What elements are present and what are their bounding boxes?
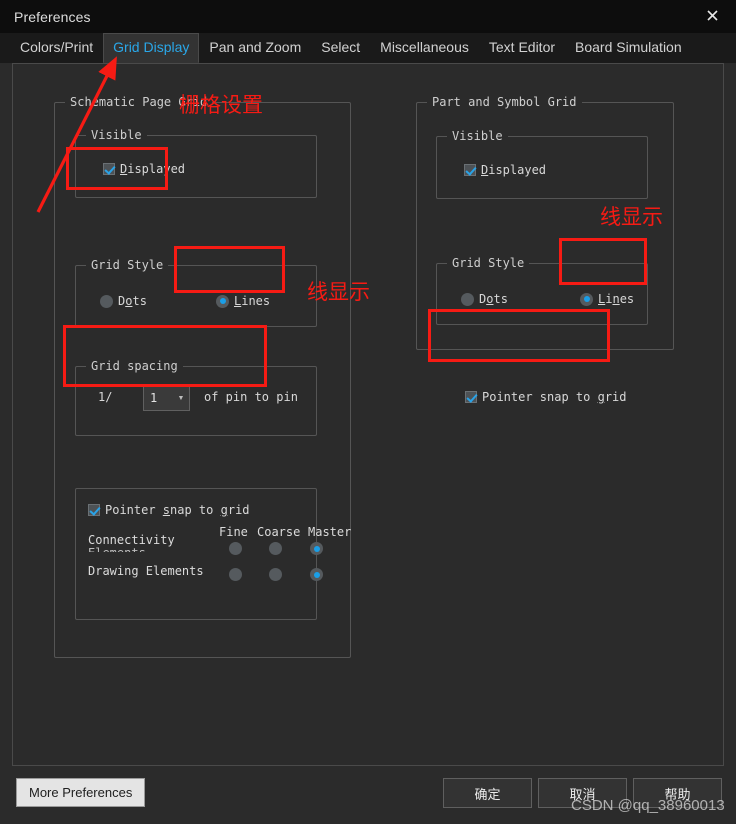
chevron-down-icon[interactable]: ▼ — [173, 395, 189, 402]
schematic-page-grid-group: Schematic Page Grid Visible Displayed Gr… — [54, 95, 351, 658]
snap-column-master: Master — [308, 525, 352, 539]
snap-drawing-fine-radio[interactable] — [229, 568, 242, 581]
part-grid-style-lines-radio[interactable] — [580, 292, 593, 306]
schematic-page-grid-legend: Schematic Page Grid — [65, 95, 213, 109]
grid-display-panel: Schematic Page Grid Visible Displayed Gr… — [12, 63, 724, 766]
schematic-grid-style-legend: Grid Style — [86, 258, 169, 272]
snap-column-fine: Fine — [219, 525, 248, 539]
schematic-grid-style-group: Grid Style Dots Lines — [75, 258, 317, 327]
schematic-displayed-checkbox-row[interactable]: Displayed — [103, 162, 185, 176]
part-visible-legend: Visible — [447, 129, 508, 143]
part-grid-style-lines-row[interactable]: Lines — [580, 292, 634, 306]
part-grid-style-lines-label: Lines — [598, 292, 635, 306]
snap-connectivity-master-radio[interactable] — [310, 542, 323, 555]
part-grid-style-dots-radio[interactable] — [461, 292, 474, 306]
part-symbol-grid-group: Part and Symbol Grid Visible Displayed G… — [416, 95, 674, 404]
cancel-button[interactable]: 取消 — [538, 778, 627, 808]
preferences-dialog: Preferences Colors/Print Grid Display Pa… — [0, 0, 736, 824]
schematic-grid-spacing-group: Grid spacing 1/ 1 ▼ of pin to pin — [75, 359, 317, 436]
schematic-grid-style-dots-radio[interactable] — [100, 294, 113, 308]
snap-drawing-coarse-radio[interactable] — [269, 568, 282, 581]
part-grid-style-legend: Grid Style — [447, 256, 530, 270]
snap-row-connectivity-subtext: Elements — [88, 547, 175, 552]
tab-grid-display[interactable]: Grid Display — [103, 33, 200, 63]
snap-column-coarse: Coarse — [257, 525, 301, 539]
part-symbol-grid-legend: Part and Symbol Grid — [427, 95, 582, 109]
schematic-grid-spacing-legend: Grid spacing — [86, 359, 183, 373]
part-pointer-snap-label: Pointer snap to grid — [482, 390, 627, 404]
tab-text-editor[interactable]: Text Editor — [479, 33, 565, 63]
part-grid-style-group: Grid Style Dots Lines — [436, 256, 648, 325]
schematic-pointer-snap-row[interactable]: Pointer snap to grid — [88, 503, 250, 517]
schematic-visible-legend: Visible — [86, 128, 147, 142]
snap-row-label-drawing-elements: Drawing Elements — [88, 564, 204, 578]
help-button[interactable]: 帮助 — [633, 778, 722, 808]
part-grid-style-dots-row[interactable]: Dots — [461, 292, 508, 306]
title-bar: Preferences — [0, 0, 736, 33]
more-preferences-button[interactable]: More Preferences — [16, 778, 146, 807]
snap-row-connectivity-text: Connectivity — [88, 533, 175, 547]
schematic-grid-style-lines-row[interactable]: Lines — [216, 294, 270, 308]
snap-row-label-connectivity: Connectivity Elements — [88, 533, 175, 553]
snap-drawing-master-radio[interactable] — [310, 568, 323, 581]
schematic-displayed-checkbox[interactable] — [103, 163, 115, 175]
part-pointer-snap-row[interactable]: Pointer snap to grid — [465, 390, 627, 404]
schematic-grid-style-dots-label: Dots — [118, 294, 147, 308]
part-visible-group: Visible Displayed — [436, 129, 648, 199]
part-displayed-checkbox[interactable] — [464, 164, 476, 176]
schematic-grid-style-dots-row[interactable]: Dots — [100, 294, 147, 308]
part-pointer-snap-checkbox[interactable] — [465, 391, 477, 403]
part-displayed-label: Displayed — [481, 163, 547, 177]
schematic-pointer-snap-label: Pointer snap to grid — [105, 503, 250, 517]
close-icon[interactable] — [698, 2, 726, 28]
part-displayed-checkbox-row[interactable]: Displayed — [464, 163, 546, 177]
grid-spacing-divisor-value: 1 — [150, 391, 158, 405]
part-grid-style-dots-label: Dots — [479, 292, 508, 306]
grid-spacing-numerator: 1/ — [98, 390, 113, 404]
snap-connectivity-coarse-radio[interactable] — [269, 542, 282, 555]
schematic-pointer-snap-group: Pointer snap to grid Fine Coarse Master … — [75, 488, 351, 620]
schematic-grid-style-lines-radio[interactable] — [216, 294, 229, 308]
snap-connectivity-fine-radio[interactable] — [229, 542, 242, 555]
grid-spacing-suffix-label: of pin to pin — [204, 390, 298, 404]
grid-spacing-divisor-combobox[interactable]: 1 ▼ — [143, 385, 190, 411]
tab-miscellaneous[interactable]: Miscellaneous — [370, 33, 479, 63]
dialog-footer: More Preferences 确定 取消 帮助 — [0, 766, 736, 824]
close-glyph — [706, 9, 718, 21]
tab-bar: Colors/Print Grid Display Pan and Zoom S… — [0, 33, 736, 63]
ok-button[interactable]: 确定 — [443, 778, 532, 808]
tab-select[interactable]: Select — [311, 33, 370, 63]
schematic-grid-style-lines-label: Lines — [234, 294, 271, 308]
schematic-visible-group: Visible Displayed — [75, 128, 317, 198]
tab-colors-print[interactable]: Colors/Print — [10, 33, 103, 63]
tab-board-simulation[interactable]: Board Simulation — [565, 33, 692, 63]
tab-pan-and-zoom[interactable]: Pan and Zoom — [199, 33, 311, 63]
schematic-pointer-snap-checkbox[interactable] — [88, 504, 100, 516]
schematic-displayed-label: Displayed — [120, 162, 186, 176]
window-title: Preferences — [14, 8, 91, 25]
